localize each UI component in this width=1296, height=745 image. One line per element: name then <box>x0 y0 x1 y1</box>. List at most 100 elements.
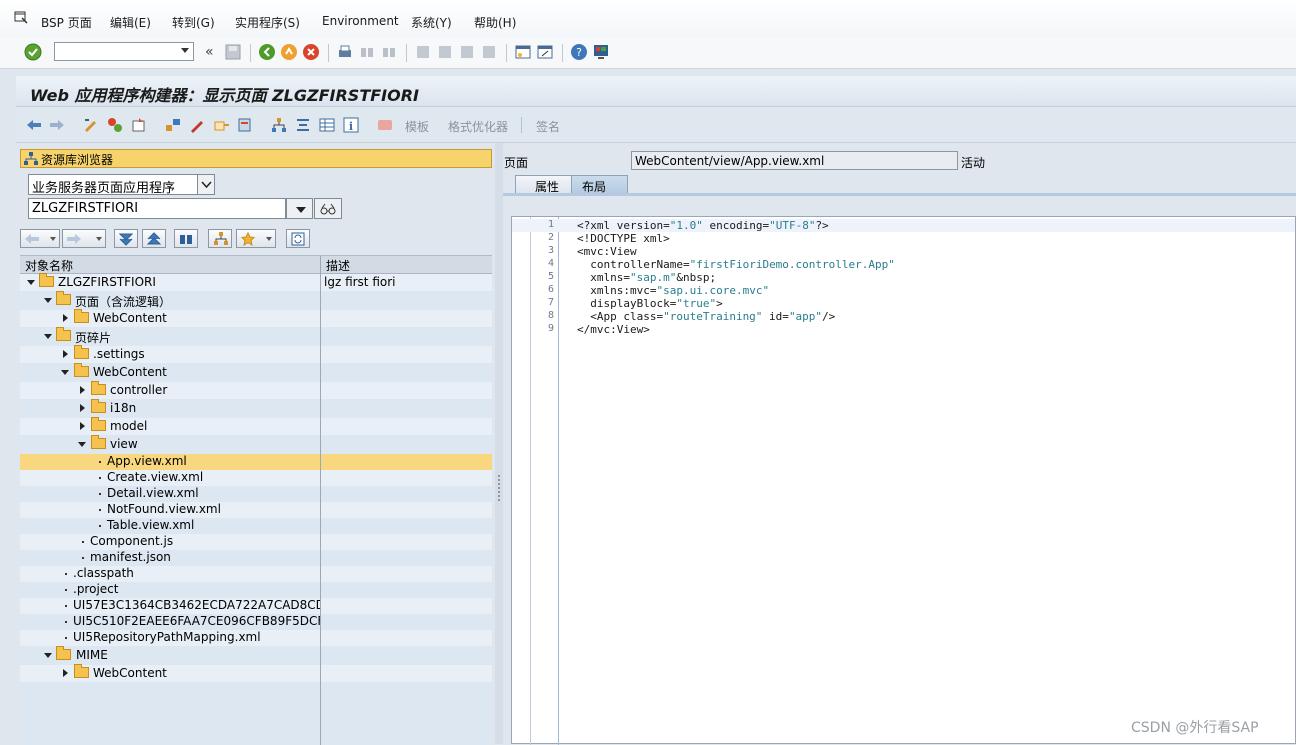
tab-layout[interactable]: 布局 <box>571 175 628 194</box>
table-icon[interactable] <box>318 116 336 134</box>
object-list-icon[interactable] <box>212 116 230 134</box>
tree-collapsed-icon[interactable] <box>80 404 85 412</box>
object-type-dropdown[interactable] <box>197 174 215 195</box>
pen-icon[interactable] <box>188 116 206 134</box>
tree-row[interactable]: 页碎片 <box>20 327 492 345</box>
navigation-icon[interactable] <box>236 116 254 134</box>
arrow-left-icon[interactable] <box>25 116 43 134</box>
expand-all-button[interactable] <box>114 229 138 248</box>
new-session-icon[interactable] <box>514 43 532 61</box>
tree-collapsed-icon[interactable] <box>80 422 85 430</box>
repository-browser-header[interactable]: 资源库浏览器 <box>20 149 492 168</box>
chevron-down-icon[interactable] <box>181 48 189 53</box>
menu-environment[interactable]: Environment <box>322 14 399 28</box>
tree-row[interactable]: .classpath <box>20 566 492 582</box>
enter-icon[interactable] <box>24 43 42 61</box>
code-line[interactable]: 1 <?xml version="1.0" encoding="UTF-8"?> <box>512 219 1295 232</box>
tree-row[interactable]: WebContent <box>20 363 492 381</box>
info-icon[interactable]: i <box>342 116 360 134</box>
tree-row[interactable]: ZLGZFIRSTFIORI lgz first fiori <box>20 273 492 291</box>
tree-expanded-icon[interactable] <box>44 653 52 658</box>
code-line[interactable]: 7 displayBlock="true"> <box>512 297 1295 310</box>
menu-system[interactable]: 系统(Y) <box>411 14 452 31</box>
help-icon[interactable]: ? <box>570 43 588 61</box>
pane-splitter[interactable] <box>495 143 503 744</box>
code-line[interactable]: 5 xmlns="sap.m"&nbsp; <box>512 271 1295 284</box>
tree-row[interactable]: 页面（含流逻辑） <box>20 291 492 309</box>
tree-row[interactable]: .project <box>20 582 492 598</box>
collapse-icon[interactable]: « <box>205 44 214 60</box>
tree-row[interactable]: WebContent <box>20 309 492 327</box>
create-object-button[interactable] <box>208 229 232 248</box>
tree-row[interactable]: model <box>20 417 492 435</box>
previous-object-button[interactable] <box>20 229 60 248</box>
tree-row[interactable]: .settings <box>20 345 492 363</box>
hierarchy-icon[interactable] <box>270 116 288 134</box>
tab-properties[interactable]: 属性 <box>515 175 575 194</box>
command-field[interactable] <box>54 42 194 61</box>
tree-row[interactable]: view <box>20 435 492 453</box>
code-editor[interactable]: 1 <?xml version="1.0" encoding="UTF-8"?>… <box>511 216 1296 745</box>
tree-row[interactable]: WebContent <box>20 664 492 682</box>
collapse-all-button[interactable] <box>142 229 166 248</box>
tree-row[interactable]: Component.js <box>20 534 492 550</box>
menu-help[interactable]: 帮助(H) <box>474 14 516 31</box>
tree-row[interactable]: Table.view.xml <box>20 518 492 534</box>
tree-row[interactable]: manifest.json <box>20 550 492 566</box>
splitter-grip-icon[interactable] <box>498 475 500 503</box>
print-icon[interactable] <box>336 43 354 61</box>
tree-collapsed-icon[interactable] <box>80 386 85 394</box>
menu-goto[interactable]: 转到(G) <box>172 14 215 31</box>
code-line[interactable]: 3 <mvc:View <box>512 245 1295 258</box>
display-change-icon[interactable] <box>82 116 100 134</box>
menu-edit[interactable]: 编辑(E) <box>110 14 151 31</box>
tree-row-selected[interactable]: App.view.xml <box>20 454 492 470</box>
menu-window-icon[interactable] <box>14 10 28 24</box>
tree-expanded-icon[interactable] <box>44 334 52 339</box>
cancel-icon[interactable] <box>302 43 320 61</box>
code-line[interactable]: 6 xmlns:mvc="sap.ui.core.mvc" <box>512 284 1295 297</box>
tree-collapsed-icon[interactable] <box>63 350 68 358</box>
find-button[interactable] <box>174 229 198 248</box>
tree-row[interactable]: Detail.view.xml <box>20 486 492 502</box>
tree-expanded-icon[interactable] <box>78 442 86 447</box>
align-icon[interactable] <box>294 116 312 134</box>
code-line[interactable]: 9 </mvc:View> <box>512 323 1295 336</box>
object-name-input[interactable]: ZLGZFIRSTFIORI <box>28 198 286 219</box>
menu-bsp-page[interactable]: BSP 页面 <box>41 14 92 31</box>
tree-row[interactable]: UI5RepositoryPathMapping.xml <box>20 630 492 646</box>
favorites-button[interactable] <box>236 229 276 248</box>
check-icon[interactable] <box>106 116 124 134</box>
activate-icon[interactable] <box>130 116 148 134</box>
exit-icon[interactable] <box>280 43 298 61</box>
where-used-icon[interactable] <box>164 116 182 134</box>
next-object-button[interactable] <box>62 229 106 248</box>
display-button[interactable] <box>314 198 342 219</box>
tree-row[interactable]: MIME <box>20 646 492 664</box>
tree-expanded-icon[interactable] <box>27 280 35 285</box>
object-name-dropdown[interactable] <box>286 198 313 219</box>
column-description[interactable]: 描述 <box>326 257 350 274</box>
refresh-button[interactable] <box>286 229 310 248</box>
code-line[interactable]: 4 controllerName="firstFioriDemo.control… <box>512 258 1295 271</box>
code-line[interactable]: 8 <App class="routeTraining" id="app"/> <box>512 310 1295 323</box>
column-divider[interactable] <box>320 256 321 745</box>
tree-row[interactable]: UI5C510F2EAEE6FAA7CE096CFB89F5DCFC35 <box>20 614 492 630</box>
column-object-name[interactable]: 对象名称 <box>25 257 73 274</box>
customize-layout-icon[interactable] <box>592 43 610 61</box>
tree-row[interactable]: controller <box>20 381 492 399</box>
tree-collapsed-icon[interactable] <box>63 669 68 677</box>
tree-collapsed-icon[interactable] <box>63 314 68 322</box>
object-type-select[interactable]: 业务服务器页面应用程序 <box>28 174 198 196</box>
tree-row[interactable]: i18n <box>20 399 492 417</box>
tree-row[interactable]: Create.view.xml <box>20 470 492 486</box>
tree-row[interactable]: UI57E3C1364CB3462ECDA722A7CAD8CD391 <box>20 598 492 614</box>
shortcut-icon[interactable] <box>536 43 554 61</box>
code-line[interactable]: 2 <!DOCTYPE xml> <box>512 232 1295 245</box>
arrow-right-icon[interactable] <box>48 116 66 134</box>
menu-utilities[interactable]: 实用程序(S) <box>235 14 300 31</box>
tree-row[interactable]: NotFound.view.xml <box>20 502 492 518</box>
tree-expanded-icon[interactable] <box>61 370 69 375</box>
tree-expanded-icon[interactable] <box>44 298 52 303</box>
back-icon[interactable] <box>258 43 276 61</box>
